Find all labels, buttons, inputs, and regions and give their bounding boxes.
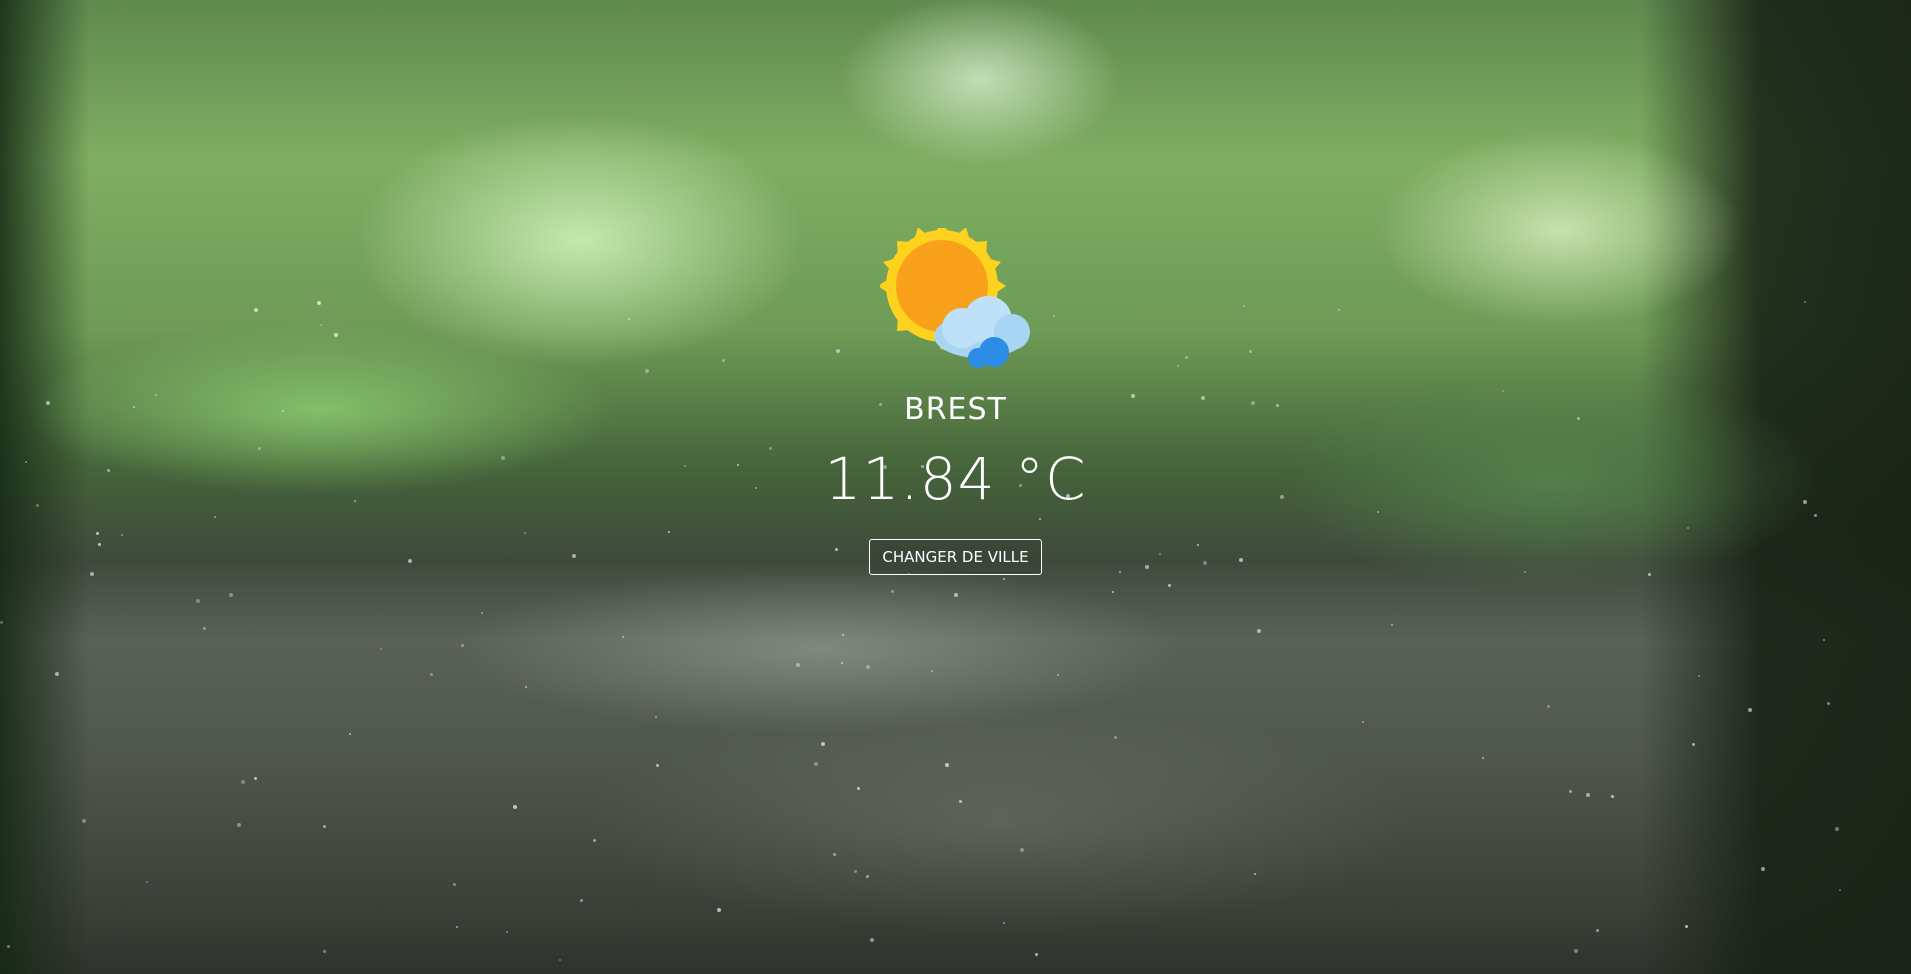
raindrop	[1698, 675, 1700, 677]
weather-page: BREST 11.84 °C CHANGER DE VILLE	[0, 0, 1911, 974]
raindrop	[481, 612, 483, 614]
raindrop	[833, 853, 836, 856]
raindrop	[1257, 629, 1261, 633]
raindrop	[1114, 736, 1117, 739]
raindrop	[237, 823, 241, 827]
raindrop	[1596, 929, 1599, 932]
raindrop	[655, 716, 657, 718]
wet-ground	[0, 560, 1911, 974]
raindrop	[1168, 584, 1171, 587]
raindrop	[456, 926, 458, 928]
raindrop	[380, 648, 382, 650]
raindrop	[1482, 757, 1484, 759]
raindrop	[796, 663, 800, 667]
raindrop	[717, 908, 721, 912]
raindrop	[1112, 591, 1114, 593]
raindrop	[1685, 925, 1688, 928]
raindrop	[891, 590, 894, 593]
raindrop	[622, 636, 624, 638]
raindrop	[866, 665, 870, 669]
raindrop	[814, 762, 818, 766]
raindrop	[323, 825, 326, 828]
raindrop	[196, 599, 200, 603]
raindrop	[254, 777, 257, 780]
raindrop	[1020, 848, 1024, 852]
raindrop	[453, 883, 456, 886]
raindrop	[203, 627, 206, 630]
raindrop	[229, 593, 233, 597]
sun-behind-cloud-icon	[879, 228, 1030, 368]
raindrop	[55, 672, 59, 676]
weather-card: BREST 11.84 °C CHANGER DE VILLE	[0, 228, 1911, 575]
raindrop	[1692, 743, 1695, 746]
raindrop	[559, 959, 561, 961]
raindrop	[506, 931, 508, 933]
raindrop	[854, 870, 857, 873]
raindrop	[0, 621, 3, 624]
raindrop	[841, 662, 843, 664]
raindrop	[1835, 827, 1839, 831]
raindrop	[241, 780, 245, 784]
raindrop	[821, 742, 825, 746]
change-city-button[interactable]: CHANGER DE VILLE	[869, 539, 1042, 575]
raindrop	[1254, 873, 1256, 875]
raindrop	[1823, 639, 1825, 641]
raindrop	[1057, 674, 1059, 676]
raindrop	[1761, 867, 1765, 871]
raindrop	[1391, 624, 1393, 626]
raindrop	[1035, 953, 1038, 956]
raindrop	[857, 787, 860, 790]
raindrop	[323, 950, 326, 953]
raindrop	[959, 800, 962, 803]
raindrop	[1827, 702, 1830, 705]
raindrop	[146, 881, 148, 883]
raindrop	[1569, 790, 1572, 793]
temperature-value: 11.84 °C	[824, 445, 1087, 513]
raindrop	[1547, 705, 1550, 708]
raindrop	[580, 899, 583, 902]
raindrop	[656, 764, 659, 767]
raindrop	[1586, 793, 1590, 797]
raindrop	[1362, 721, 1364, 723]
raindrop	[866, 875, 869, 878]
raindrop	[842, 634, 844, 636]
raindrop	[513, 805, 517, 809]
raindrop	[1611, 795, 1614, 798]
raindrop	[593, 839, 596, 842]
raindrop	[954, 593, 958, 597]
raindrop	[1748, 708, 1752, 712]
raindrop	[461, 644, 464, 647]
raindrop	[1003, 922, 1005, 924]
raindrop	[349, 733, 351, 735]
raindrop	[1003, 578, 1005, 580]
raindrop	[7, 945, 10, 948]
raindrop	[82, 819, 86, 823]
raindrop	[1839, 889, 1841, 891]
city-name: BREST	[904, 392, 1007, 427]
raindrop	[931, 670, 933, 672]
raindrop	[430, 673, 433, 676]
raindrop	[870, 938, 874, 942]
raindrop	[525, 686, 527, 688]
raindrop	[1574, 949, 1578, 953]
raindrop	[945, 763, 949, 767]
